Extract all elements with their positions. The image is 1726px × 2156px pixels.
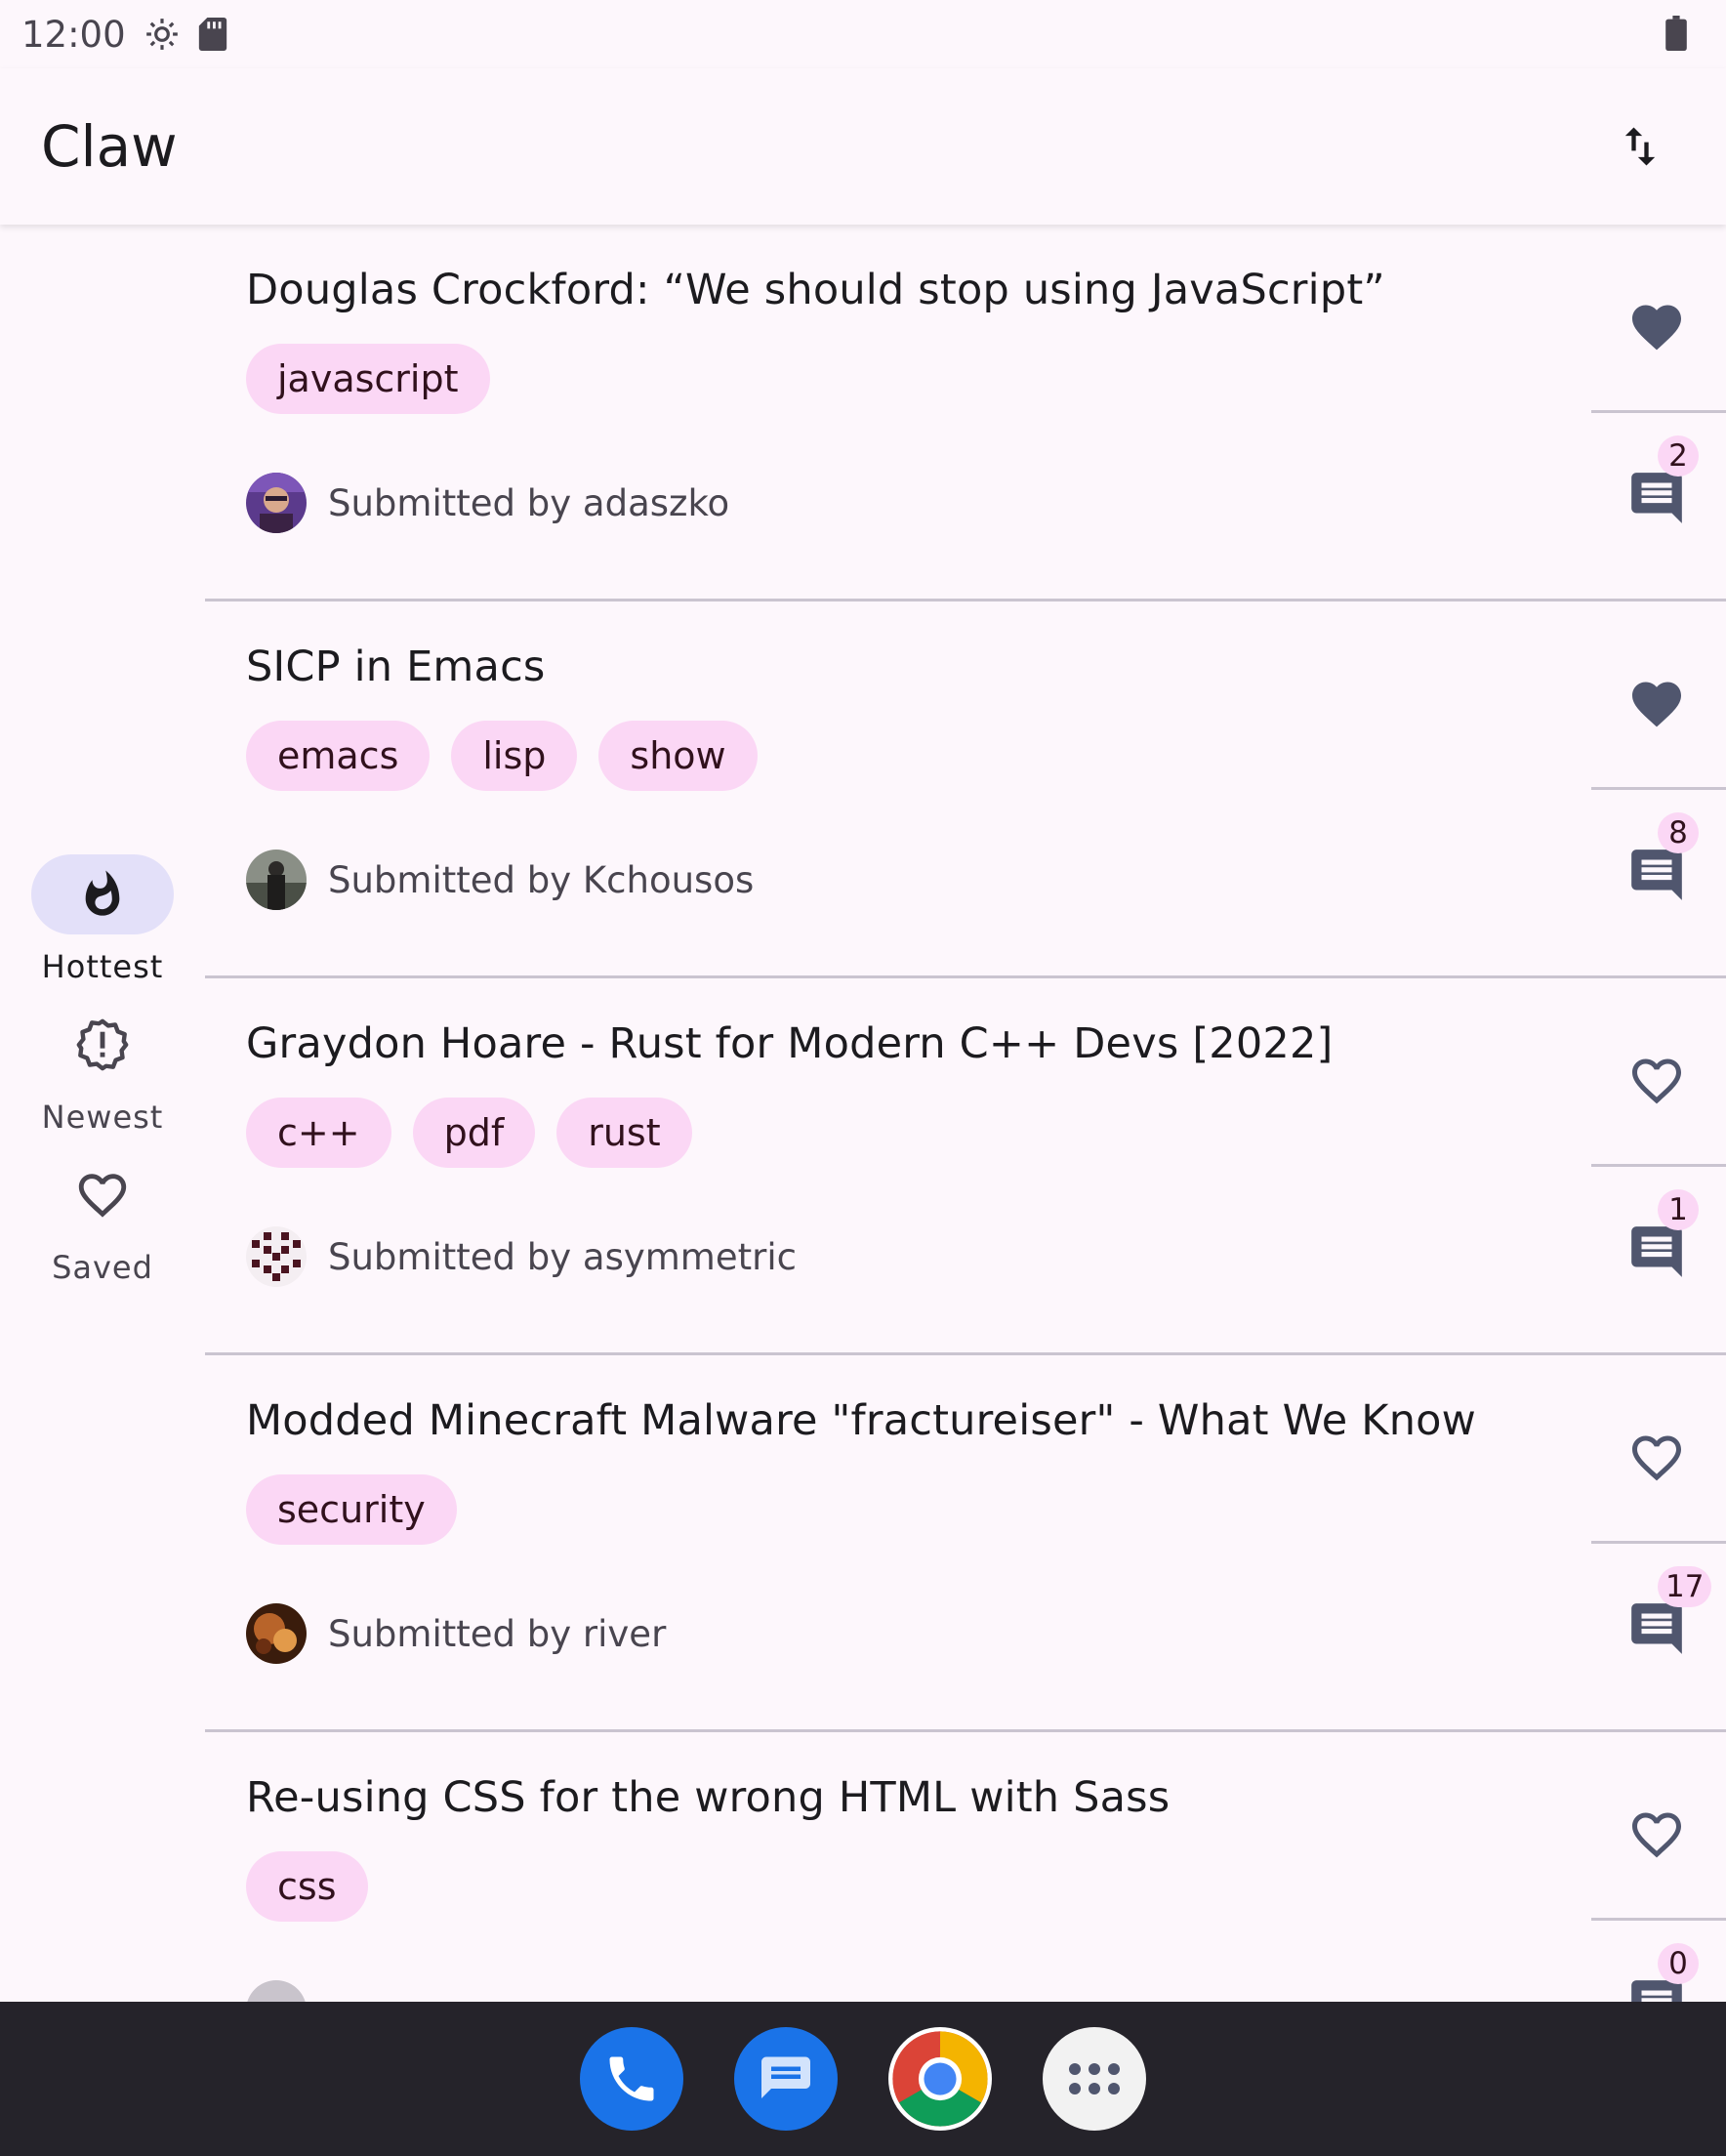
submitter-row: Submitted by adaszko	[246, 473, 1554, 533]
tag-chip[interactable]: show	[598, 721, 758, 791]
tag-chip[interactable]: c++	[246, 1098, 391, 1168]
comment-count-badge: 8	[1658, 812, 1699, 853]
tag-chip[interactable]: emacs	[246, 721, 431, 791]
app-drawer-icon	[1069, 2063, 1120, 2094]
save-button[interactable]	[1613, 283, 1701, 371]
submitter-text: Submitted by adaszko	[328, 481, 730, 524]
comment-icon	[1631, 1603, 1682, 1654]
submitter-row: Submitted by Kchousos	[246, 850, 1554, 910]
tag-list: security	[246, 1474, 1554, 1545]
tag-list: css	[246, 1851, 1554, 1922]
app-dock	[0, 2002, 1726, 2156]
phone-icon	[609, 2056, 654, 2101]
sd-card-icon	[198, 18, 227, 51]
app-title: Claw	[41, 113, 178, 180]
heart-outline-icon	[1632, 1435, 1681, 1481]
save-button[interactable]	[1613, 1414, 1701, 1502]
top-app-bar: Claw	[0, 68, 1726, 225]
tag-list: javascript	[246, 344, 1554, 414]
avatar[interactable]	[246, 1980, 307, 2002]
navigation-rail: Hottest Newest Saved	[0, 225, 205, 2002]
story-title[interactable]: SICP in Emacs	[246, 643, 1554, 691]
settings-icon	[144, 16, 181, 53]
avatar[interactable]	[246, 473, 307, 533]
save-button[interactable]	[1613, 1791, 1701, 1879]
story-actions: 17	[1591, 1355, 1726, 1729]
story-list: Douglas Crockford: “We should stop using…	[205, 225, 1726, 2002]
tag-list: c++ pdf rust	[246, 1098, 1554, 1168]
story-item[interactable]: Re-using CSS for the wrong HTML with Sas…	[205, 1732, 1726, 2002]
submitter-text: Submitted by asymmetric	[328, 1235, 797, 1278]
heart-outline-icon	[78, 1174, 127, 1218]
rail-item-saved[interactable]: Saved	[31, 1155, 174, 1286]
rail-item-hottest[interactable]: Hottest	[31, 854, 174, 985]
rail-label: Hottest	[41, 948, 164, 985]
chrome-icon	[892, 2031, 988, 2127]
comment-count-badge: 0	[1658, 1943, 1699, 1984]
heart-outline-icon	[1632, 1058, 1681, 1104]
avatar[interactable]	[246, 1226, 307, 1287]
sort-button[interactable]	[1609, 115, 1671, 178]
tag-chip[interactable]: lisp	[451, 721, 578, 791]
rail-label: Saved	[52, 1249, 153, 1286]
divider	[1591, 1541, 1726, 1544]
save-button[interactable]	[1613, 1037, 1701, 1125]
submitter-text: Submitted by river	[328, 1612, 667, 1655]
tag-chip[interactable]: security	[246, 1474, 457, 1545]
app-drawer-button[interactable]	[1043, 2027, 1146, 2131]
heart-outline-icon	[1632, 1812, 1681, 1858]
story-title[interactable]: Modded Minecraft Malware "fractureiser" …	[246, 1396, 1554, 1445]
phone-app-button[interactable]	[580, 2027, 683, 2131]
battery-icon	[1665, 16, 1687, 60]
story-actions: 1	[1591, 978, 1726, 1352]
comment-count-badge: 17	[1658, 1566, 1712, 1607]
divider	[1591, 1164, 1726, 1167]
rail-label: Newest	[41, 1099, 164, 1136]
messages-icon	[761, 2056, 810, 2098]
story-title[interactable]: Douglas Crockford: “We should stop using…	[246, 266, 1554, 314]
submitter-text: Submitted by Kchousos	[328, 858, 755, 901]
submitter-row	[246, 1980, 1554, 2002]
story-actions: 0	[1591, 1732, 1726, 2002]
divider	[1591, 1918, 1726, 1921]
new-releases-icon	[76, 1018, 129, 1071]
flame-icon	[85, 870, 120, 916]
story-actions: 8	[1591, 601, 1726, 975]
divider	[1591, 787, 1726, 790]
clock: 12:00	[21, 13, 126, 56]
avatar[interactable]	[246, 850, 307, 910]
status-bar: 12:00	[0, 0, 1726, 68]
comment-icon	[1631, 473, 1682, 523]
swap-vert-icon	[1624, 127, 1656, 166]
rail-item-newest[interactable]: Newest	[31, 1005, 174, 1136]
tag-chip[interactable]: pdf	[412, 1098, 536, 1168]
comment-count-badge: 2	[1658, 435, 1699, 477]
submitter-row: Submitted by asymmetric	[246, 1226, 1554, 1287]
tag-chip[interactable]: css	[246, 1851, 368, 1922]
save-button[interactable]	[1613, 660, 1701, 748]
tag-list: emacs lisp show	[246, 721, 1554, 791]
story-item[interactable]: SICP in Emacs emacs lisp show Submitted …	[205, 601, 1726, 978]
heart-filled-icon	[1632, 305, 1681, 351]
avatar[interactable]	[246, 1603, 307, 1664]
story-item[interactable]: Modded Minecraft Malware "fractureiser" …	[205, 1355, 1726, 1732]
comment-count-badge: 1	[1658, 1189, 1699, 1230]
story-title[interactable]: Re-using CSS for the wrong HTML with Sas…	[246, 1773, 1554, 1822]
story-item[interactable]: Graydon Hoare - Rust for Modern C++ Devs…	[205, 978, 1726, 1355]
submitter-row: Submitted by river	[246, 1603, 1554, 1664]
tag-chip[interactable]: rust	[556, 1098, 692, 1168]
rail-active-indicator	[31, 854, 174, 934]
story-actions: 2	[1591, 225, 1726, 599]
story-title[interactable]: Graydon Hoare - Rust for Modern C++ Devs…	[246, 1019, 1554, 1068]
comment-icon	[1631, 850, 1682, 900]
messages-app-button[interactable]	[734, 2027, 838, 2131]
comment-icon	[1631, 1226, 1682, 1277]
heart-filled-icon	[1632, 682, 1681, 727]
chrome-app-button[interactable]	[888, 2027, 992, 2131]
divider	[1591, 410, 1726, 413]
story-item[interactable]: Douglas Crockford: “We should stop using…	[205, 225, 1726, 601]
tag-chip[interactable]: javascript	[246, 344, 490, 414]
